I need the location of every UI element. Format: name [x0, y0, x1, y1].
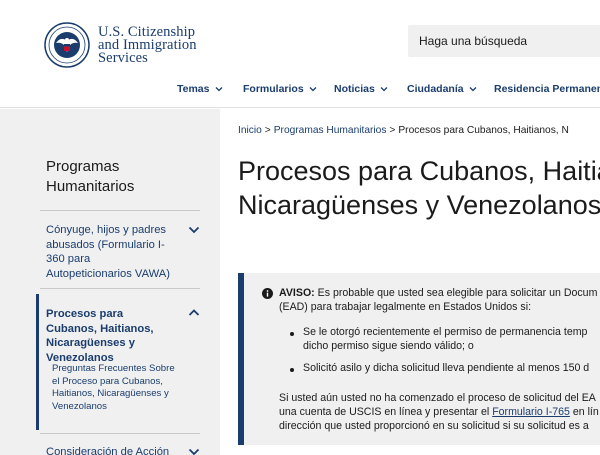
- alert-bullet-2: Solicitó asilo y dicha solicitud lleva p…: [303, 362, 590, 374]
- nav-item-label: Residencia Permanent: [494, 83, 600, 95]
- chevron-down-icon: [309, 87, 317, 92]
- sidebar-item-vawa[interactable]: Cónyuge, hijos y padres abusados (Formul…: [46, 223, 176, 281]
- bullet-dot: [290, 368, 294, 372]
- sidebar-divider: [40, 210, 200, 211]
- sidebar-subitem-faq[interactable]: Preguntas Frecuentes Sobre el Proceso pa…: [52, 363, 182, 413]
- site-header: U.S. Citizenship and Immigration Service…: [0, 0, 600, 108]
- breadcrumb-home-link[interactable]: Inicio: [238, 125, 262, 136]
- breadcrumb-separator: >: [264, 125, 271, 136]
- alert-bullet-1a: Se le otorgó recientemente el permiso de…: [303, 326, 588, 338]
- main-nav: Temas Formularios Noticias Ciudadanía Re…: [0, 83, 600, 97]
- nav-item-noticias[interactable]: Noticias: [334, 83, 388, 95]
- logo-line-3: Services: [98, 49, 148, 66]
- nav-item-ciudadania[interactable]: Ciudadanía: [407, 83, 477, 95]
- alert-para-c: dirección que usted proporcionó en su so…: [279, 420, 589, 432]
- breadcrumb-section-link[interactable]: Programas Humanitarios: [274, 125, 387, 136]
- uscis-logo[interactable]: U.S. Citizenship and Immigration Service…: [44, 22, 197, 68]
- chevron-down-icon[interactable]: [188, 224, 200, 236]
- sidebar-divider: [40, 288, 200, 289]
- sidebar-item-consideracion[interactable]: Consideración de Acción: [46, 445, 176, 455]
- chevron-down-icon[interactable]: [188, 446, 200, 455]
- sidebar-title: Programas Humanitarios: [46, 158, 135, 195]
- nav-item-label: Formularios: [243, 83, 304, 95]
- alert-label: AVISO:: [279, 287, 315, 299]
- search-input[interactable]: [408, 25, 600, 57]
- page-title: Procesos para Cubanos, Haitia Nicaragüen…: [238, 154, 600, 222]
- nav-item-temas[interactable]: Temas: [177, 83, 223, 95]
- alert-line-2: (EAD) para trabajar legalmente en Estado…: [279, 301, 532, 313]
- alert-para-a: Si usted aún usted no ha comenzado el pr…: [279, 392, 596, 404]
- bullet-dot: [290, 332, 294, 336]
- breadcrumb-current: Procesos para Cubanos, Haitianos, N: [398, 125, 569, 136]
- alert-para-b2: en lín: [569, 406, 599, 418]
- search-box: [408, 25, 600, 57]
- alert-para-b: una cuenta de USCIS en línea y presentar…: [279, 405, 599, 419]
- dhs-seal-icon: [44, 22, 90, 68]
- sidebar-item-chnv[interactable]: Procesos para Cubanos, Haitianos, Nicara…: [46, 307, 176, 365]
- sidebar-divider: [40, 433, 200, 434]
- nav-item-formularios[interactable]: Formularios: [243, 83, 317, 95]
- nav-item-label: Ciudadanía: [407, 83, 464, 95]
- form-i765-link[interactable]: Formulario I-765: [492, 406, 570, 418]
- chevron-down-icon: [215, 87, 222, 92]
- nav-item-residencia-permanente[interactable]: Residencia Permanent: [494, 83, 600, 95]
- info-icon: [262, 288, 273, 299]
- alert-bullet-1b: dicho permiso sigue siendo válido; o: [303, 340, 474, 352]
- breadcrumb: Inicio > Programas Humanitarios > Procesos p…: [238, 125, 569, 136]
- nav-item-label: Noticias: [334, 83, 375, 95]
- alert-para-b1: una cuenta de USCIS en línea y presentar…: [279, 406, 493, 418]
- logo-text: U.S. Citizenship and Immigration Service…: [98, 24, 197, 66]
- sidebar-active-indicator: [36, 294, 39, 430]
- nav-item-label: Temas: [177, 83, 210, 95]
- page-title-line-2: Nicaragüenses y Venezolanos: [238, 190, 600, 220]
- breadcrumb-separator: >: [389, 125, 396, 136]
- alert-first-line: AVISO: Es probable que usted sea elegibl…: [279, 286, 597, 300]
- chevron-down-icon: [380, 87, 388, 92]
- chevron-up-icon[interactable]: [188, 307, 200, 319]
- chevron-down-icon: [469, 87, 477, 92]
- page-title-line-1: Procesos para Cubanos, Haitia: [238, 156, 600, 186]
- alert-line-1: Es probable que usted sea elegible para …: [317, 287, 598, 299]
